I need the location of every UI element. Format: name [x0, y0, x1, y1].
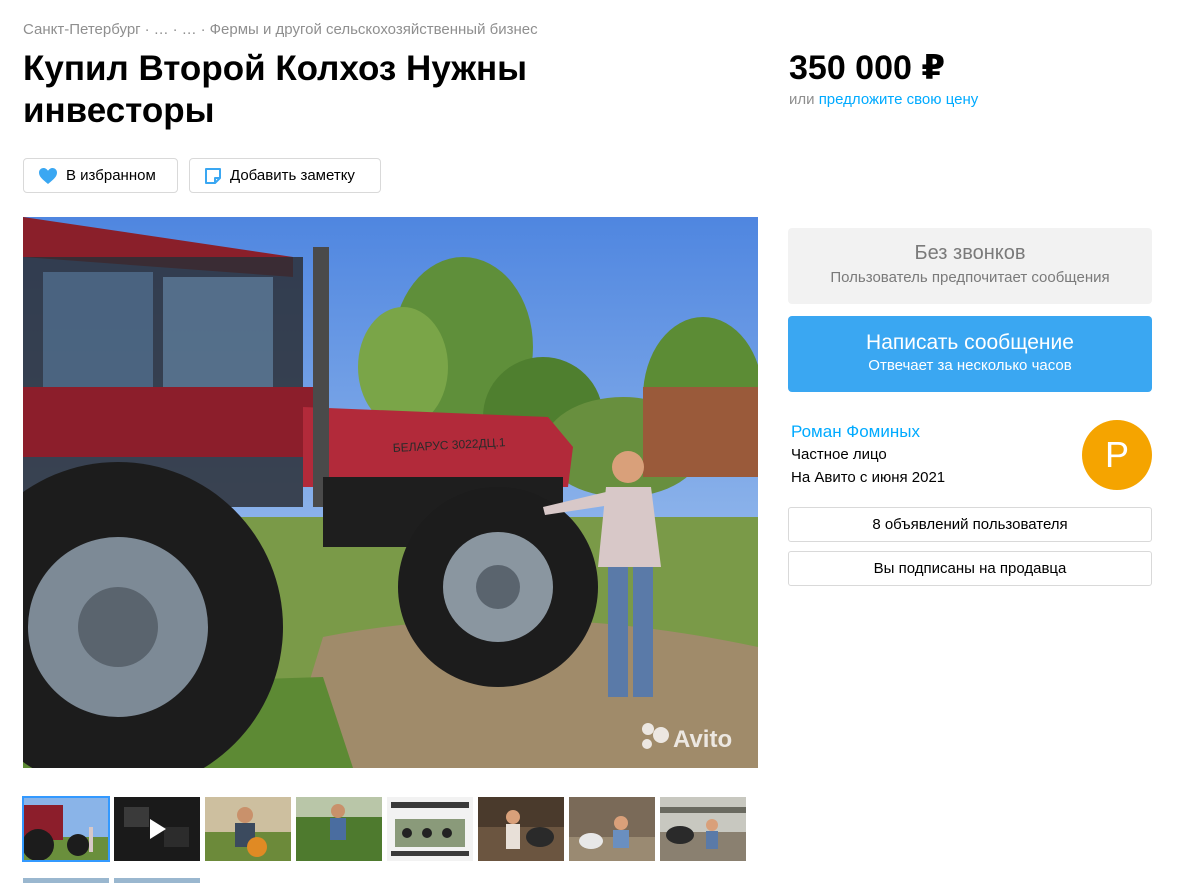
- seller-ads-button[interactable]: 8 объявлений пользователя: [788, 507, 1152, 542]
- more-thumbnails-row: [23, 878, 200, 883]
- listing-price: 350 000 ₽: [789, 49, 946, 87]
- thumbnail[interactable]: [23, 878, 109, 883]
- main-photo[interactable]: БЕЛАРУС 3022ДЦ.1 Avito: [23, 217, 758, 768]
- thumbnail[interactable]: [660, 797, 746, 861]
- favorite-label: В избранном: [66, 167, 156, 184]
- add-note-button[interactable]: Добавить заметку: [189, 158, 381, 193]
- no-calls-title: Без звонков: [914, 242, 1026, 264]
- favorite-button[interactable]: В избранном: [23, 158, 178, 193]
- write-message-button[interactable]: Написать сообщение Отвечает за несколько…: [788, 316, 1152, 392]
- thumbnail[interactable]: [387, 797, 473, 861]
- seller-name-link[interactable]: Роман Фоминых: [791, 422, 920, 442]
- breadcrumb-separator: ·: [144, 21, 150, 38]
- svg-text:Avito: Avito: [673, 726, 732, 753]
- offer-prefix: или: [789, 91, 815, 108]
- seller-type: Частное лицо: [791, 446, 887, 463]
- note-icon: [204, 167, 222, 185]
- thumbnail[interactable]: [296, 797, 382, 861]
- avatar[interactable]: Р: [1082, 420, 1152, 490]
- breadcrumb-category[interactable]: Фермы и другой сельскохозяйственный бизн…: [210, 21, 538, 38]
- thumbnail[interactable]: [569, 797, 655, 861]
- thumbnail[interactable]: [478, 797, 564, 861]
- thumbnail[interactable]: [22, 796, 110, 862]
- thumbnail[interactable]: [205, 797, 291, 861]
- price-offer: или предложите свою цену: [789, 91, 978, 108]
- thumbnail[interactable]: [114, 878, 200, 883]
- offer-price-link[interactable]: предложите свою цену: [819, 91, 979, 108]
- write-message-label: Написать сообщение: [866, 331, 1074, 354]
- page-title: Купил Второй Колхоз Нужны инвесторы: [23, 49, 528, 130]
- seller-since: На Авито с июня 2021: [791, 469, 946, 486]
- breadcrumb-city[interactable]: Санкт-Петербург: [23, 21, 141, 38]
- breadcrumb-separator: ·: [172, 21, 178, 38]
- response-time-label: Отвечает за несколько часов: [868, 357, 1072, 374]
- thumbnail-video[interactable]: [114, 797, 200, 861]
- no-calls-subtitle: Пользователь предпочитает сообщения: [830, 269, 1110, 286]
- breadcrumb: Санкт-Петербург ·… ·… · Фермы и другой сельс…: [23, 21, 538, 38]
- heart-icon: [38, 167, 58, 185]
- no-calls-notice: Без звонков Пользователь предпочитает со…: [788, 228, 1152, 304]
- breadcrumb-ellipsis-1[interactable]: …: [154, 21, 169, 38]
- subscribed-button[interactable]: Вы подписаны на продавца: [788, 551, 1152, 586]
- breadcrumb-separator: ·: [200, 21, 206, 38]
- photo-thumbnails: [22, 796, 746, 862]
- add-note-label: Добавить заметку: [230, 167, 355, 184]
- breadcrumb-ellipsis-2[interactable]: …: [182, 21, 197, 38]
